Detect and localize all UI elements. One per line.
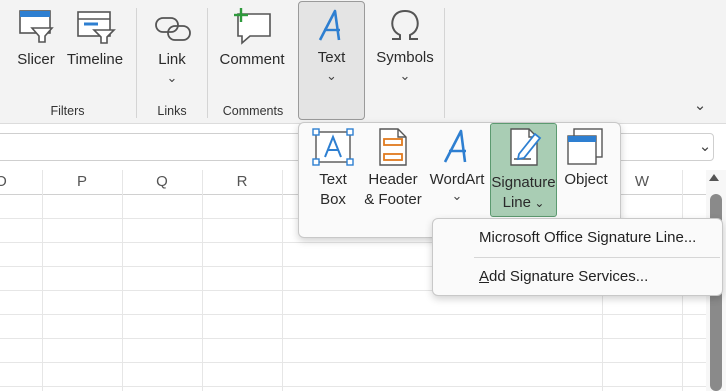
symbols-button[interactable]: Symbols ⌄	[372, 4, 438, 88]
comment-label: Comment	[219, 51, 285, 68]
comment-icon	[234, 8, 271, 45]
link-button[interactable]: Link ⌄	[146, 4, 198, 88]
signature-line-label-text: Line	[502, 194, 531, 211]
link-icon	[155, 17, 191, 41]
grid-row-line	[0, 386, 706, 387]
grid-row-line	[0, 338, 706, 339]
group-separator	[136, 8, 137, 118]
chevron-down-icon: ⌄	[399, 68, 411, 83]
grid-row-line	[0, 314, 706, 315]
column-header-q[interactable]: Q	[122, 170, 202, 194]
header-footer-button[interactable]: Header & Footer	[362, 126, 424, 216]
comment-button[interactable]: Comment	[214, 4, 290, 74]
header-footer-icon	[379, 128, 407, 166]
formula-expand-icon[interactable]: ⌄	[696, 137, 714, 155]
slicer-label: Slicer	[17, 51, 55, 68]
group-separator	[444, 8, 445, 118]
menu-item-microsoft-office-signature-line[interactable]: Microsoft Office Signature Line...	[479, 229, 696, 246]
menu-item-label-rest: dd Signature Services...	[489, 268, 649, 285]
header-footer-label-line1: Header	[368, 171, 418, 188]
slicer-button[interactable]: Slicer	[12, 4, 60, 74]
collapse-ribbon-icon[interactable]: ⌄	[690, 96, 710, 114]
wordart-label: WordArt	[429, 171, 485, 188]
comments-group-label: Comments	[222, 104, 284, 118]
column-header-r[interactable]: R	[202, 170, 282, 194]
text-a-icon	[318, 9, 341, 41]
slicer-icon	[19, 10, 54, 43]
text-button[interactable]: Text ⌄	[298, 1, 365, 120]
header-footer-label-line2: & Footer	[364, 191, 422, 208]
text-box-icon	[312, 128, 354, 166]
omega-icon	[391, 9, 419, 40]
chevron-down-icon: ⌄	[451, 188, 463, 203]
grid-col-line	[202, 170, 203, 391]
text-label: Text	[317, 49, 346, 66]
grid-row-line	[0, 362, 706, 363]
chevron-down-icon: ⌄	[530, 196, 545, 210]
menu-separator	[474, 257, 720, 258]
symbols-label: Symbols	[376, 49, 434, 66]
scroll-up-icon[interactable]	[709, 174, 719, 181]
column-header-o[interactable]: O	[0, 170, 22, 194]
text-box-label-line2: Box	[320, 191, 346, 208]
text-box-button[interactable]: Text Box	[304, 126, 362, 216]
grid-col-line	[42, 170, 43, 391]
signature-line-label-line1: Signature	[491, 174, 556, 191]
object-label: Object	[564, 171, 608, 188]
chevron-down-icon: ⌄	[166, 70, 178, 85]
group-separator	[207, 8, 208, 118]
chevron-down-icon: ⌄	[326, 68, 337, 83]
grid-col-line	[122, 170, 123, 391]
access-key-letter: A	[479, 268, 490, 285]
column-header-p[interactable]: P	[42, 170, 122, 194]
filters-group-label: Filters	[50, 104, 85, 118]
links-group-label: Links	[157, 104, 187, 118]
signature-line-label-line2: Line ⌄	[491, 194, 556, 211]
text-box-label-line1: Text	[319, 171, 347, 188]
object-button[interactable]: Object	[558, 126, 614, 216]
wordart-button[interactable]: WordArt ⌄	[426, 126, 488, 216]
signature-line-icon	[510, 128, 542, 166]
signature-line-button[interactable]: Signature Line ⌄	[490, 123, 557, 217]
wordart-icon	[443, 129, 467, 163]
object-icon	[567, 128, 603, 165]
menu-item-add-signature-services[interactable]: Add Signature Services...	[479, 268, 648, 285]
timeline-button[interactable]: Timeline	[64, 4, 126, 74]
timeline-icon	[77, 11, 116, 44]
timeline-label: Timeline	[66, 51, 124, 68]
link-label: Link	[158, 51, 186, 68]
grid-col-line	[282, 170, 283, 391]
